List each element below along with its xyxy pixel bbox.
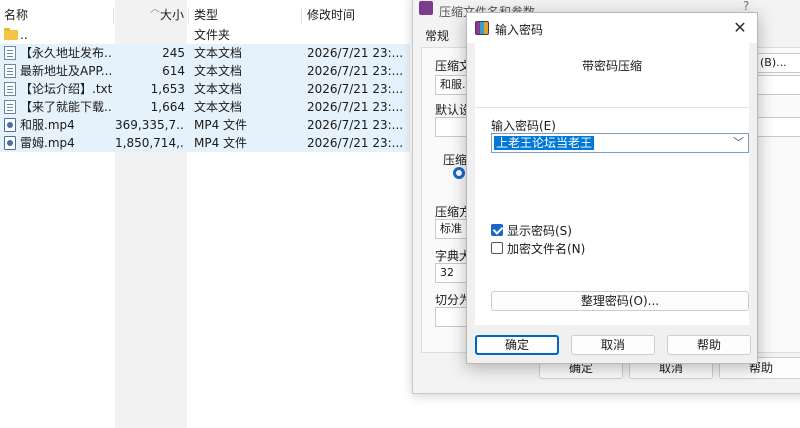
file-modified: 2026/7/21 23:... xyxy=(307,46,403,60)
file-name: 雷姆.mp4 xyxy=(20,136,75,150)
file-row[interactable]: 【永久地址发布... 245 文本文档 2026/7/21 23:... xyxy=(0,44,410,62)
divider xyxy=(475,107,749,108)
browse-button[interactable]: (B)... xyxy=(755,53,800,73)
archive-format-label: 压缩 xyxy=(443,153,468,167)
file-modified: 2026/7/21 23:... xyxy=(307,100,403,114)
column-header-modified[interactable]: 修改时间 xyxy=(307,4,355,26)
organize-passwords-button[interactable]: 整理密码(O)... xyxy=(491,291,749,311)
file-size xyxy=(115,26,185,44)
file-size: 245 xyxy=(162,46,185,60)
file-type: 文本文档 xyxy=(194,82,243,96)
file-size: 1,664 xyxy=(150,100,185,114)
text-file-icon xyxy=(4,46,16,60)
file-modified: 2026/7/21 23:... xyxy=(307,118,403,132)
video-file-icon xyxy=(4,118,16,132)
file-type: 文本文档 xyxy=(194,46,243,60)
folder-icon xyxy=(4,28,18,40)
column-header-name[interactable]: 名称 xyxy=(4,4,28,26)
file-modified xyxy=(307,26,403,44)
file-rows: .. 文件夹 【永久地址发布... 245 文本文档 2026/7/21 23:… xyxy=(0,26,410,152)
file-type: 文本文档 xyxy=(194,100,243,114)
file-row[interactable]: 和服.mp4 369,335,7... MP4 文件 2026/7/21 23:… xyxy=(0,116,410,134)
format-radio-rar[interactable] xyxy=(453,167,465,179)
file-name: 最新地址及APP... xyxy=(20,64,112,78)
help-button[interactable]: 帮助 xyxy=(667,335,751,355)
show-password-checkbox[interactable] xyxy=(491,224,503,236)
encrypt-filenames-checkbox[interactable] xyxy=(491,242,503,254)
text-file-icon xyxy=(4,100,16,114)
file-type: MP4 文件 xyxy=(194,136,248,150)
file-modified: 2026/7/21 23:... xyxy=(307,82,403,96)
password-input[interactable]: 上老王论坛当老王 ﹀ xyxy=(491,133,749,153)
password-value: 上老王论坛当老王 xyxy=(494,136,595,150)
enter-password-dialog: 输入密码 ✕ 带密码压缩 输入密码(E) 上老王论坛当老王 ﹀ 显示密码(S) … xyxy=(466,12,758,364)
column-divider[interactable] xyxy=(188,8,189,24)
file-size: 614 xyxy=(162,64,185,78)
column-divider[interactable] xyxy=(301,8,302,24)
password-dialog-heading: 带密码压缩 xyxy=(581,59,642,73)
file-type: 文本文档 xyxy=(194,64,243,78)
cancel-button[interactable]: 取消 xyxy=(571,335,655,355)
column-header-size[interactable]: 大小 xyxy=(160,4,184,26)
file-list: 名称 ︿ 大小 类型 修改时间 .. 文件夹 【永久地址发布... 245 文本… xyxy=(0,0,410,428)
chevron-down-icon[interactable]: ﹀ xyxy=(733,135,744,151)
text-file-icon xyxy=(4,82,16,96)
winrar-logo-icon xyxy=(475,21,489,35)
password-label: 输入密码(E) xyxy=(491,119,556,133)
file-size: 369,335,7... xyxy=(115,118,185,132)
file-row[interactable]: 【来了就能下载... 1,664 文本文档 2026/7/21 23:... xyxy=(0,98,410,116)
show-password-label[interactable]: 显示密码(S) xyxy=(507,222,572,239)
file-name: .. xyxy=(20,28,28,42)
file-type: MP4 文件 xyxy=(194,118,248,132)
column-divider[interactable] xyxy=(113,8,114,24)
file-size: 1,850,714,... xyxy=(115,136,185,150)
file-name: 【论坛介绍】.txt xyxy=(20,82,112,96)
file-size: 1,653 xyxy=(150,82,185,96)
tab-general[interactable]: 常规 xyxy=(425,27,449,44)
text-file-icon xyxy=(4,64,16,78)
file-name: 和服.mp4 xyxy=(20,118,75,132)
close-icon[interactable]: ✕ xyxy=(729,17,751,39)
file-type: 文件夹 xyxy=(194,28,231,42)
file-modified: 2026/7/21 23:... xyxy=(307,136,403,150)
sort-ascending-icon: ︿ xyxy=(150,4,160,15)
file-name: 【来了就能下载... xyxy=(20,100,112,114)
video-file-icon xyxy=(4,136,16,150)
file-row[interactable]: 最新地址及APP... 614 文本文档 2026/7/21 23:... xyxy=(0,62,410,80)
password-dialog-titlebar[interactable]: 输入密码 ✕ xyxy=(467,13,757,43)
file-name: 【永久地址发布... xyxy=(20,46,112,60)
options-select[interactable] xyxy=(755,117,800,137)
column-header-type[interactable]: 类型 xyxy=(194,4,218,26)
password-dialog-body: 带密码压缩 输入密码(E) 上老王论坛当老王 ﹀ 显示密码(S) 加密文件名(N… xyxy=(475,43,749,325)
ok-button[interactable]: 确定 xyxy=(475,335,559,355)
winrar-logo-icon xyxy=(419,1,433,15)
update-mode-select[interactable] xyxy=(755,75,800,95)
encrypt-filenames-label[interactable]: 加密文件名(N) xyxy=(507,240,585,257)
file-row[interactable]: 【论坛介绍】.txt 1,653 文本文档 2026/7/21 23:... xyxy=(0,80,410,98)
file-row[interactable]: 雷姆.mp4 1,850,714,... MP4 文件 2026/7/21 23… xyxy=(0,134,410,152)
file-list-header: 名称 ︿ 大小 类型 修改时间 xyxy=(0,4,410,26)
password-dialog-title: 输入密码 xyxy=(495,23,544,37)
file-row-parent[interactable]: .. 文件夹 xyxy=(0,26,410,44)
file-modified: 2026/7/21 23:... xyxy=(307,64,403,78)
